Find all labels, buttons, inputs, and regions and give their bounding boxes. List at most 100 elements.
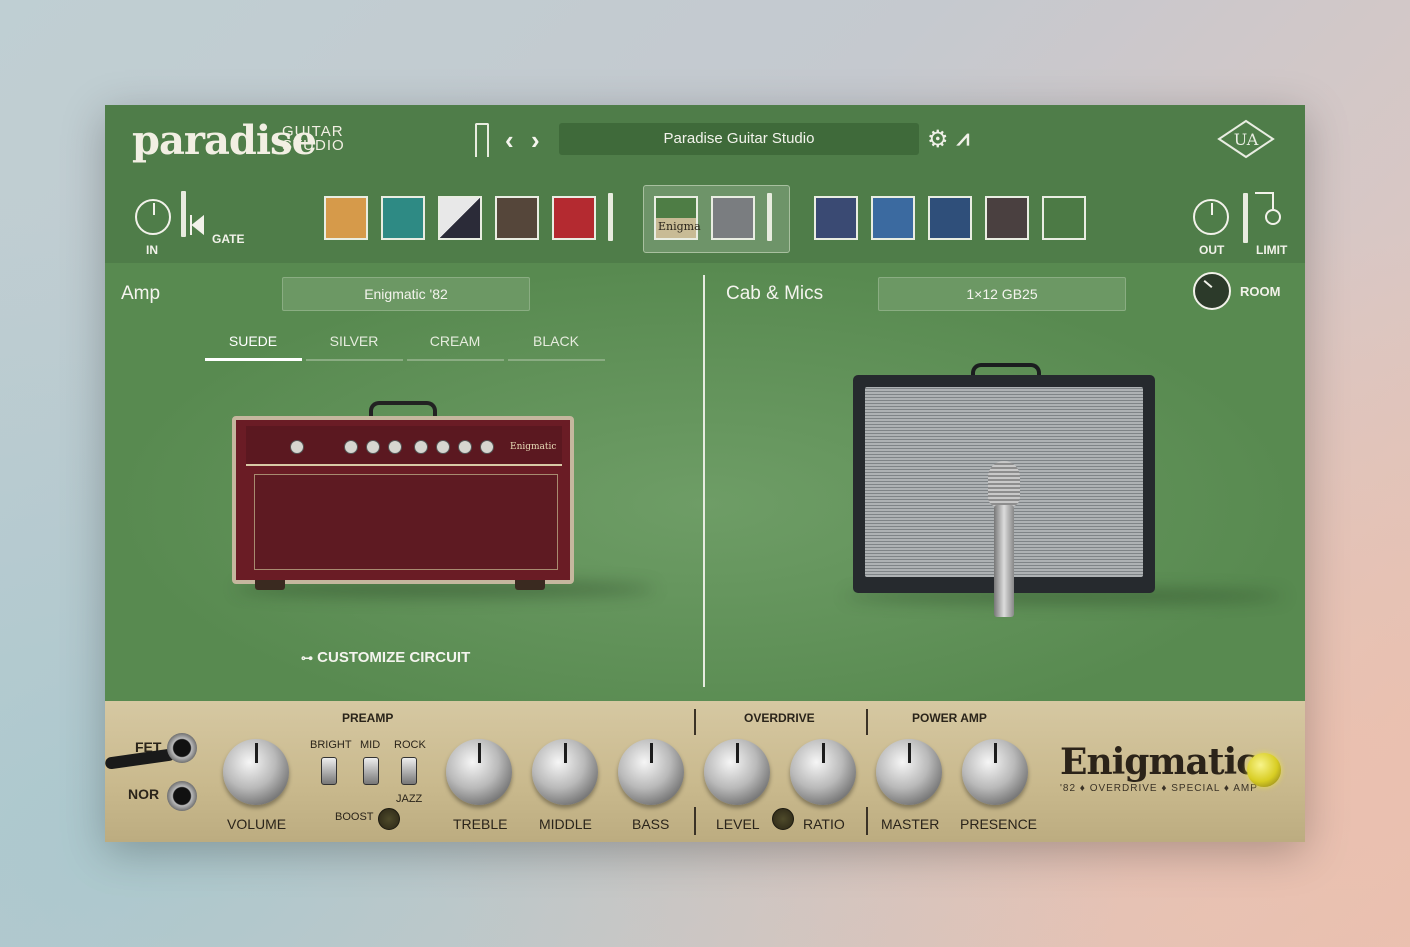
- tab-cream[interactable]: CREAM: [407, 333, 503, 349]
- amp-knob: [458, 440, 472, 454]
- amp-knob: [436, 440, 450, 454]
- amp-thumbnail-label: Enigma: [658, 220, 701, 233]
- microphone-head[interactable]: [988, 461, 1020, 507]
- amp-knob: [414, 440, 428, 454]
- overdrive-section-label: OVERDRIVE: [744, 711, 815, 725]
- middle-label: MIDDLE: [539, 816, 592, 832]
- level-label: LEVEL: [716, 816, 760, 832]
- cab-thumbnail[interactable]: [711, 196, 755, 240]
- input-label: IN: [146, 243, 158, 257]
- middle-knob[interactable]: [532, 739, 598, 805]
- amp-knob: [290, 440, 304, 454]
- ratio-label: RATIO: [803, 816, 845, 832]
- pedal-slot-3[interactable]: [438, 196, 482, 240]
- rack-slot-2[interactable]: [871, 196, 915, 240]
- preset-next-button[interactable]: ›: [531, 125, 540, 156]
- volume-knob[interactable]: [223, 739, 289, 805]
- bass-label: BASS: [632, 816, 670, 832]
- limiter-icon[interactable]: [1253, 191, 1285, 231]
- pedal-slot-5[interactable]: [552, 196, 596, 240]
- output-label: OUT: [1199, 243, 1225, 257]
- pedal-meter: [608, 193, 613, 241]
- tab-underline: [306, 359, 403, 361]
- section-divider: [703, 275, 705, 687]
- svg-text:UA: UA: [1234, 130, 1259, 149]
- plugin-window: paradise GUITAR STUDIO ‹ › Paradise Guita…: [105, 105, 1305, 842]
- rack-slot-3[interactable]: [928, 196, 972, 240]
- header-bar: paradise GUITAR STUDIO ‹ › Paradise Guita…: [105, 105, 1305, 174]
- metronome-icon[interactable]: ⩘: [957, 125, 969, 151]
- amp-meter: [767, 193, 772, 241]
- input-knob[interactable]: [135, 199, 171, 235]
- amp-model-select[interactable]: Enigmatic '82: [282, 277, 530, 311]
- nor-input-jack[interactable]: [167, 781, 197, 811]
- room-label: ROOM: [1240, 284, 1281, 299]
- mid-switch[interactable]: [363, 757, 379, 785]
- signal-chain-bar: IN GATE Enigma OUT LIMIT: [105, 173, 1305, 264]
- tab-underline: [508, 359, 605, 361]
- amp-image: Enigmatic: [232, 416, 574, 584]
- amp-knob: [366, 440, 380, 454]
- microphone-body[interactable]: [994, 505, 1014, 617]
- preset-name-field[interactable]: Paradise Guitar Studio: [559, 123, 919, 155]
- tab-suede[interactable]: SUEDE: [205, 333, 301, 349]
- pedal-slot-1[interactable]: [324, 196, 368, 240]
- treble-knob[interactable]: [446, 739, 512, 805]
- amp-knob: [480, 440, 494, 454]
- amp-faceplate-logo: Enigmatic: [510, 442, 557, 452]
- bass-knob[interactable]: [618, 739, 684, 805]
- power-amp-section-label: POWER AMP: [912, 711, 987, 725]
- amp-knob: [344, 440, 358, 454]
- amp-control-faceplate: FET NOR PREAMP OVERDRIVE POWER AMP VOLUM…: [105, 701, 1305, 842]
- tab-black[interactable]: BLACK: [508, 333, 604, 349]
- amp-knob: [388, 440, 402, 454]
- rock-jazz-switch[interactable]: [401, 757, 417, 785]
- rack-slot-empty[interactable]: [1042, 196, 1086, 240]
- volume-label: VOLUME: [227, 816, 287, 832]
- app-logo-subtitle: GUITAR STUDIO: [282, 123, 345, 154]
- tab-underline: [407, 359, 504, 361]
- section-separator: [866, 807, 868, 835]
- boost-button[interactable]: [378, 808, 400, 830]
- nor-input-label: NOR: [128, 786, 160, 802]
- gear-icon[interactable]: ⚙: [927, 125, 949, 154]
- limit-label: LIMIT: [1256, 243, 1288, 257]
- power-lamp: [1247, 753, 1281, 787]
- cab-section-title: Cab & Mics: [726, 283, 824, 304]
- rack-slot-1[interactable]: [814, 196, 858, 240]
- amp-thumbnail[interactable]: Enigma: [654, 196, 701, 240]
- tab-silver[interactable]: SILVER: [306, 333, 402, 349]
- tuner-icon[interactable]: [475, 123, 489, 157]
- bright-label: BRIGHT: [310, 739, 352, 751]
- overdrive-button[interactable]: [772, 808, 794, 830]
- gate-icon[interactable]: [189, 213, 209, 237]
- pedal-slot-4[interactable]: [495, 196, 539, 240]
- section-separator: [694, 709, 696, 735]
- tab-active-indicator: [205, 358, 302, 361]
- cab-model-select[interactable]: 1×12 GB25: [878, 277, 1126, 311]
- mid-label: MID: [360, 739, 381, 751]
- amp-section-title: Amp: [121, 283, 161, 304]
- level-knob[interactable]: [704, 739, 770, 805]
- main-view: Amp Enigmatic '82 SUEDE SILVER CREAM BLA…: [105, 263, 1305, 701]
- customize-circuit-button[interactable]: ⊶ CUSTOMIZE CIRCUIT: [301, 649, 470, 666]
- presence-label: PRESENCE: [960, 816, 1038, 832]
- fet-input-jack[interactable]: [167, 733, 197, 763]
- rack-slot-4[interactable]: [985, 196, 1029, 240]
- preset-prev-button[interactable]: ‹: [505, 125, 514, 156]
- customize-circuit-label: CUSTOMIZE CIRCUIT: [317, 649, 471, 666]
- bright-switch[interactable]: [321, 757, 337, 785]
- output-knob[interactable]: [1193, 199, 1229, 235]
- pedal-slot-2[interactable]: [381, 196, 425, 240]
- master-label: MASTER: [881, 816, 940, 832]
- ratio-knob[interactable]: [790, 739, 856, 805]
- master-knob[interactable]: [876, 739, 942, 805]
- section-separator: [694, 807, 696, 835]
- room-knob[interactable]: [1193, 272, 1231, 310]
- rock-label: ROCK: [394, 739, 426, 751]
- presence-knob[interactable]: [962, 739, 1028, 805]
- circuit-icon: ⊶: [301, 651, 313, 665]
- amp-brand-logo: Enigmatic: [1060, 741, 1258, 783]
- amp-foot: [255, 580, 285, 590]
- jazz-label: JAZZ: [396, 793, 423, 805]
